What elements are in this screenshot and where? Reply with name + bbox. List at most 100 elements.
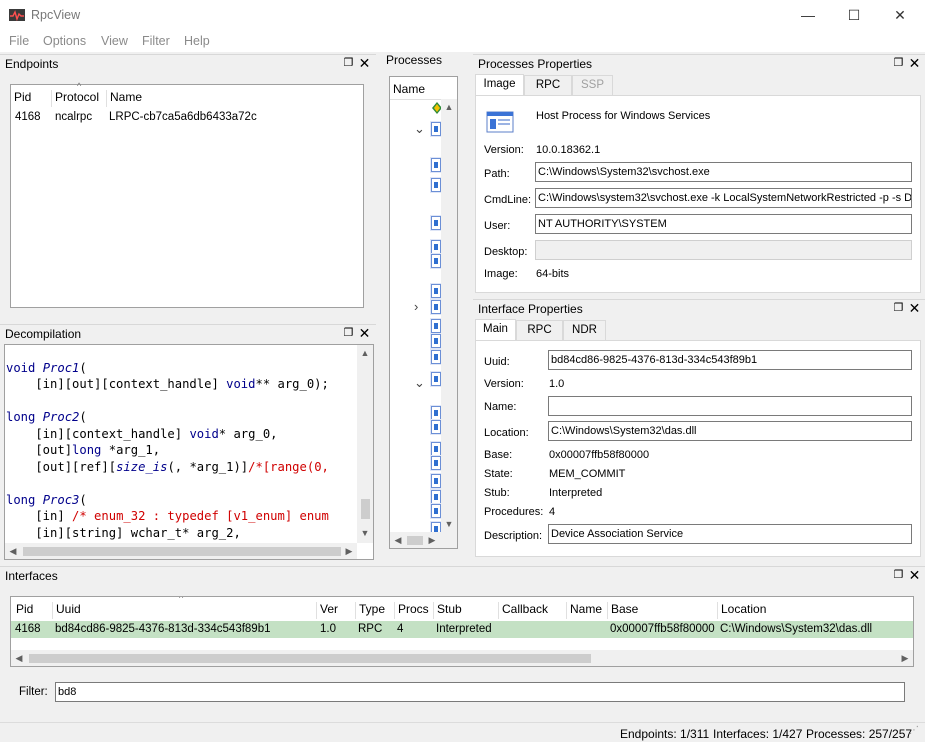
close-icon[interactable]: ✕	[908, 300, 921, 316]
float-icon[interactable]: ❐	[342, 56, 355, 70]
cmdline-field[interactable]: C:\Windows\system32\svchost.exe -k Local…	[535, 188, 912, 208]
horizontal-scrollbar[interactable]: ◀ ▶	[5, 543, 357, 559]
close-icon[interactable]: ✕	[908, 55, 921, 71]
menu-help[interactable]: Help	[184, 34, 210, 48]
interface-procs: 4	[397, 623, 404, 635]
col-procs[interactable]: Procs	[394, 602, 429, 619]
stub-value: Interpreted	[549, 487, 603, 499]
col-type[interactable]: Type	[355, 602, 385, 619]
process-icon	[431, 158, 441, 172]
processes-tree[interactable]: Name ⌄ › ⌄ sv ▲ ▼ ◀ ▶	[389, 76, 458, 549]
col-ver[interactable]: Ver	[316, 602, 338, 619]
close-icon[interactable]: ✕	[908, 567, 921, 583]
interface-properties-dock-header: Interface Properties ❐ ✕	[473, 299, 925, 317]
scroll-down-icon[interactable]: ▼	[357, 525, 373, 541]
float-icon[interactable]: ❐	[892, 56, 905, 70]
code-token: ** arg_0);	[255, 377, 329, 391]
tab-main[interactable]: Main	[475, 319, 516, 341]
col-name[interactable]: Name	[566, 602, 602, 619]
code-token: [in][out][context_handle]	[6, 377, 227, 391]
path-field[interactable]: C:\Windows\System32\svchost.exe	[535, 162, 912, 182]
location-field[interactable]: C:\Windows\System32\das.dll	[548, 421, 912, 441]
tab-ssp[interactable]: SSP	[572, 75, 613, 95]
scroll-thumb[interactable]	[23, 547, 341, 556]
col-callback[interactable]: Callback	[498, 602, 548, 619]
close-icon[interactable]: ✕	[358, 55, 371, 71]
process-icon	[431, 334, 441, 348]
scroll-right-icon[interactable]: ▶	[897, 650, 913, 666]
menu-options[interactable]: Options	[43, 34, 86, 48]
scroll-up-icon[interactable]: ▲	[441, 99, 457, 115]
decompilation-dock-header: Decompilation ❐ ✕	[0, 324, 376, 342]
name-label: Name:	[484, 401, 517, 413]
filter-input[interactable]: bd8	[55, 682, 905, 702]
scroll-left-icon[interactable]: ◀	[5, 543, 21, 559]
col-pid[interactable]: Pid	[11, 90, 31, 107]
code-token: [out]	[6, 443, 73, 457]
endpoints-list[interactable]: ^ Pid Protocol Name 4168 ncalrpc LRPC-cb…	[10, 81, 364, 308]
scroll-right-icon[interactable]: ▶	[424, 532, 440, 548]
maximize-button[interactable]: ☐	[831, 0, 877, 30]
title-bar: RpcView — ☐ ✕	[0, 0, 925, 30]
col-name[interactable]: Name	[106, 90, 142, 107]
endpoint-protocol: ncalrpc	[55, 111, 93, 123]
interface-properties-tabs: Main RPC NDR Uuid: bd84cd86-9825-4376-81…	[475, 319, 921, 557]
float-icon[interactable]: ❐	[892, 568, 905, 582]
interface-type: RPC	[358, 623, 383, 635]
table-row[interactable]: 4168 ncalrpc LRPC-cb7ca5a6db6433a72c	[11, 109, 363, 126]
code-token: [in][string] wchar_t* arg_2,	[6, 525, 241, 540]
scroll-thumb[interactable]	[361, 499, 370, 519]
col-location[interactable]: Location	[717, 602, 766, 619]
table-row[interactable]: 4168 bd84cd86-9825-4376-813d-334c543f89b…	[11, 621, 913, 638]
vertical-scrollbar[interactable]: ▲ ▼	[441, 99, 457, 532]
scroll-down-icon[interactable]: ▼	[441, 516, 457, 532]
base-label: Base:	[484, 449, 513, 461]
interfaces-list[interactable]: ^ Pid Uuid Ver Type Procs Stub Callback …	[10, 596, 914, 667]
code-token: long	[72, 443, 102, 457]
col-base[interactable]: Base	[607, 602, 638, 619]
process-icon	[431, 254, 441, 268]
minimize-button[interactable]: —	[785, 0, 831, 30]
scroll-right-icon[interactable]: ▶	[341, 543, 357, 559]
close-window-button[interactable]: ✕	[877, 0, 923, 30]
status-endpoints: Endpoints: 1/311	[620, 727, 710, 741]
processes-col-name[interactable]: Name	[393, 82, 425, 96]
resize-grip-icon[interactable]: ⋰	[909, 725, 919, 736]
name-field[interactable]	[548, 396, 912, 416]
float-icon[interactable]: ❐	[342, 326, 355, 340]
code-token: long	[6, 410, 43, 424]
tab-rpc[interactable]: RPC	[516, 320, 563, 340]
menu-file[interactable]: File	[9, 34, 29, 48]
code-token: void	[189, 426, 219, 441]
menu-filter[interactable]: Filter	[142, 34, 170, 48]
horizontal-scrollbar[interactable]: ◀ ▶	[390, 532, 457, 548]
chevron-down-icon[interactable]: ⌄	[414, 121, 425, 137]
col-pid[interactable]: Pid	[13, 602, 33, 619]
tab-image[interactable]: Image	[475, 74, 524, 96]
tab-ndr[interactable]: NDR	[563, 320, 606, 340]
tab-rpc[interactable]: RPC	[524, 75, 572, 95]
code-line: [out][ref][size_is(, *arg_1)]/*[range(0,	[6, 459, 329, 476]
col-protocol[interactable]: Protocol	[51, 90, 99, 107]
float-icon[interactable]: ❐	[892, 301, 905, 315]
description-field[interactable]: Device Association Service	[548, 524, 912, 544]
scroll-thumb[interactable]	[407, 536, 423, 545]
close-icon[interactable]: ✕	[358, 325, 371, 341]
scroll-thumb[interactable]	[29, 654, 591, 663]
vertical-scrollbar[interactable]: ▲ ▼	[357, 345, 373, 543]
menu-view[interactable]: View	[101, 34, 128, 48]
uuid-field[interactable]: bd84cd86-9825-4376-813d-334c543f89b1	[548, 350, 912, 370]
desktop-field[interactable]	[535, 240, 912, 260]
scroll-up-icon[interactable]: ▲	[357, 345, 373, 361]
process-icon	[431, 490, 441, 504]
chevron-right-icon[interactable]: ›	[414, 299, 418, 314]
col-uuid[interactable]: Uuid	[52, 602, 81, 619]
scroll-left-icon[interactable]: ◀	[11, 650, 27, 666]
version-value: 10.0.18362.1	[536, 144, 601, 156]
col-stub[interactable]: Stub	[433, 602, 462, 619]
chevron-down-icon[interactable]: ⌄	[414, 375, 425, 391]
decompilation-editor[interactable]: void Proc1( [in][out][context_handle] vo…	[4, 344, 374, 560]
scroll-left-icon[interactable]: ◀	[390, 532, 406, 548]
horizontal-scrollbar[interactable]: ◀ ▶	[11, 650, 913, 666]
user-field[interactable]: NT AUTHORITY\SYSTEM	[535, 214, 912, 234]
